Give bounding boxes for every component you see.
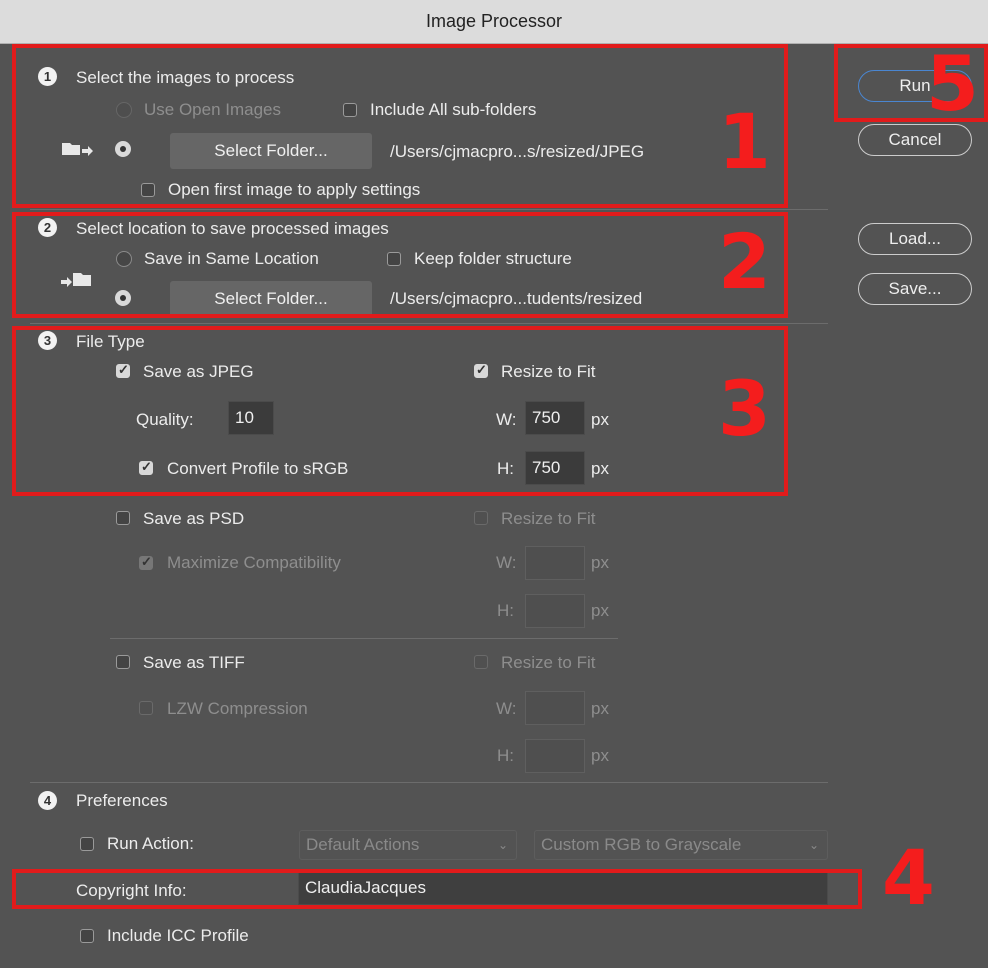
divider (30, 209, 828, 210)
chevron-down-icon: ⌄ (808, 838, 819, 852)
run-action-label: Run Action: (107, 834, 194, 853)
tiff-width-label: W: (496, 699, 517, 718)
tiff-height-unit: px (591, 746, 609, 765)
maximize-compatibility-label: Maximize Compatibility (167, 553, 341, 572)
psd-height-unit: px (591, 601, 609, 620)
psd-resize-to-fit-checkbox[interactable] (474, 511, 488, 525)
psd-width-input[interactable] (525, 546, 585, 580)
section-4-number: 4 (38, 791, 57, 810)
include-icc-profile-label: Include ICC Profile (107, 926, 249, 945)
annotation-number-4: 4 (882, 833, 935, 922)
tiff-resize-to-fit-label: Resize to Fit (501, 653, 596, 672)
include-icc-profile-checkbox[interactable] (80, 929, 94, 943)
annotation-number-1: 1 (718, 97, 771, 186)
save-as-psd-checkbox[interactable] (116, 511, 130, 525)
save-settings-button[interactable]: Save... (858, 273, 972, 305)
psd-width-unit: px (591, 553, 609, 572)
annotation-box-1 (12, 44, 788, 208)
annotation-number-5: 5 (926, 39, 979, 128)
action-set-dropdown[interactable]: Default Actions ⌄ (299, 830, 517, 860)
psd-height-input[interactable] (525, 594, 585, 628)
divider (30, 323, 828, 324)
annotation-box-3 (12, 326, 788, 496)
save-as-psd-label: Save as PSD (143, 509, 245, 528)
image-processor-dialog: Image Processor 1 Select the images to p… (0, 0, 988, 968)
annotation-number-3: 3 (718, 364, 771, 453)
save-as-tiff-label: Save as TIFF (143, 653, 245, 672)
psd-width-label: W: (496, 553, 517, 572)
tiff-width-unit: px (591, 699, 609, 718)
window-title: Image Processor (0, 0, 988, 44)
divider (110, 638, 618, 639)
annotation-box-2 (12, 212, 788, 318)
action-set-value: Default Actions (306, 835, 420, 854)
tiff-width-input[interactable] (525, 691, 585, 725)
tiff-height-label: H: (497, 746, 514, 765)
tiff-height-input[interactable] (525, 739, 585, 773)
annotation-number-2: 2 (718, 217, 771, 306)
save-as-tiff-checkbox[interactable] (116, 655, 130, 669)
psd-height-label: H: (497, 601, 514, 620)
load-button[interactable]: Load... (858, 223, 972, 255)
section-4-heading: Preferences (76, 791, 168, 810)
action-dropdown[interactable]: Custom RGB to Grayscale ⌄ (534, 830, 828, 860)
tiff-resize-to-fit-checkbox[interactable] (474, 655, 488, 669)
maximize-compatibility-checkbox[interactable] (139, 554, 153, 570)
lzw-compression-label: LZW Compression (167, 699, 308, 718)
cancel-button[interactable]: Cancel (858, 124, 972, 156)
action-value: Custom RGB to Grayscale (541, 835, 742, 854)
chevron-down-icon: ⌄ (497, 838, 508, 852)
annotation-box-4 (12, 869, 862, 909)
psd-resize-to-fit-label: Resize to Fit (501, 509, 596, 528)
run-action-checkbox[interactable] (80, 837, 94, 851)
divider (30, 782, 828, 783)
lzw-compression-checkbox[interactable] (139, 701, 153, 715)
